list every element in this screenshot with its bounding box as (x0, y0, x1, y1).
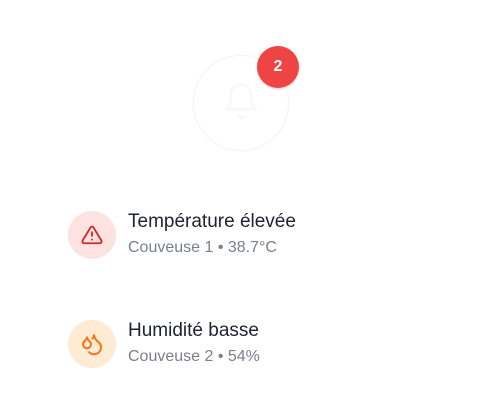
notifications-panel: 2 Température élevée Couveuse 1 • 38.7°C… (0, 0, 478, 403)
alert-item-humidity[interactable]: Humidité basse Couveuse 2 • 54% (68, 319, 260, 368)
alert-text: Température élevée Couveuse 1 • 38.7°C (128, 210, 296, 259)
alert-item-temperature[interactable]: Température élevée Couveuse 1 • 38.7°C (68, 210, 296, 259)
notification-count-badge: 2 (257, 46, 299, 88)
alert-subtitle: Couveuse 2 • 54% (128, 348, 260, 365)
alert-subtitle: Couveuse 1 • 38.7°C (128, 239, 277, 256)
warning-triangle-icon (68, 210, 116, 259)
water-drops-icon (68, 319, 116, 368)
alert-text: Humidité basse Couveuse 2 • 54% (128, 319, 260, 368)
notification-bell[interactable]: 2 (193, 46, 299, 151)
alert-title: Humidité basse (128, 320, 259, 341)
bell-icon (221, 81, 261, 126)
alert-title: Température élevée (128, 211, 296, 232)
